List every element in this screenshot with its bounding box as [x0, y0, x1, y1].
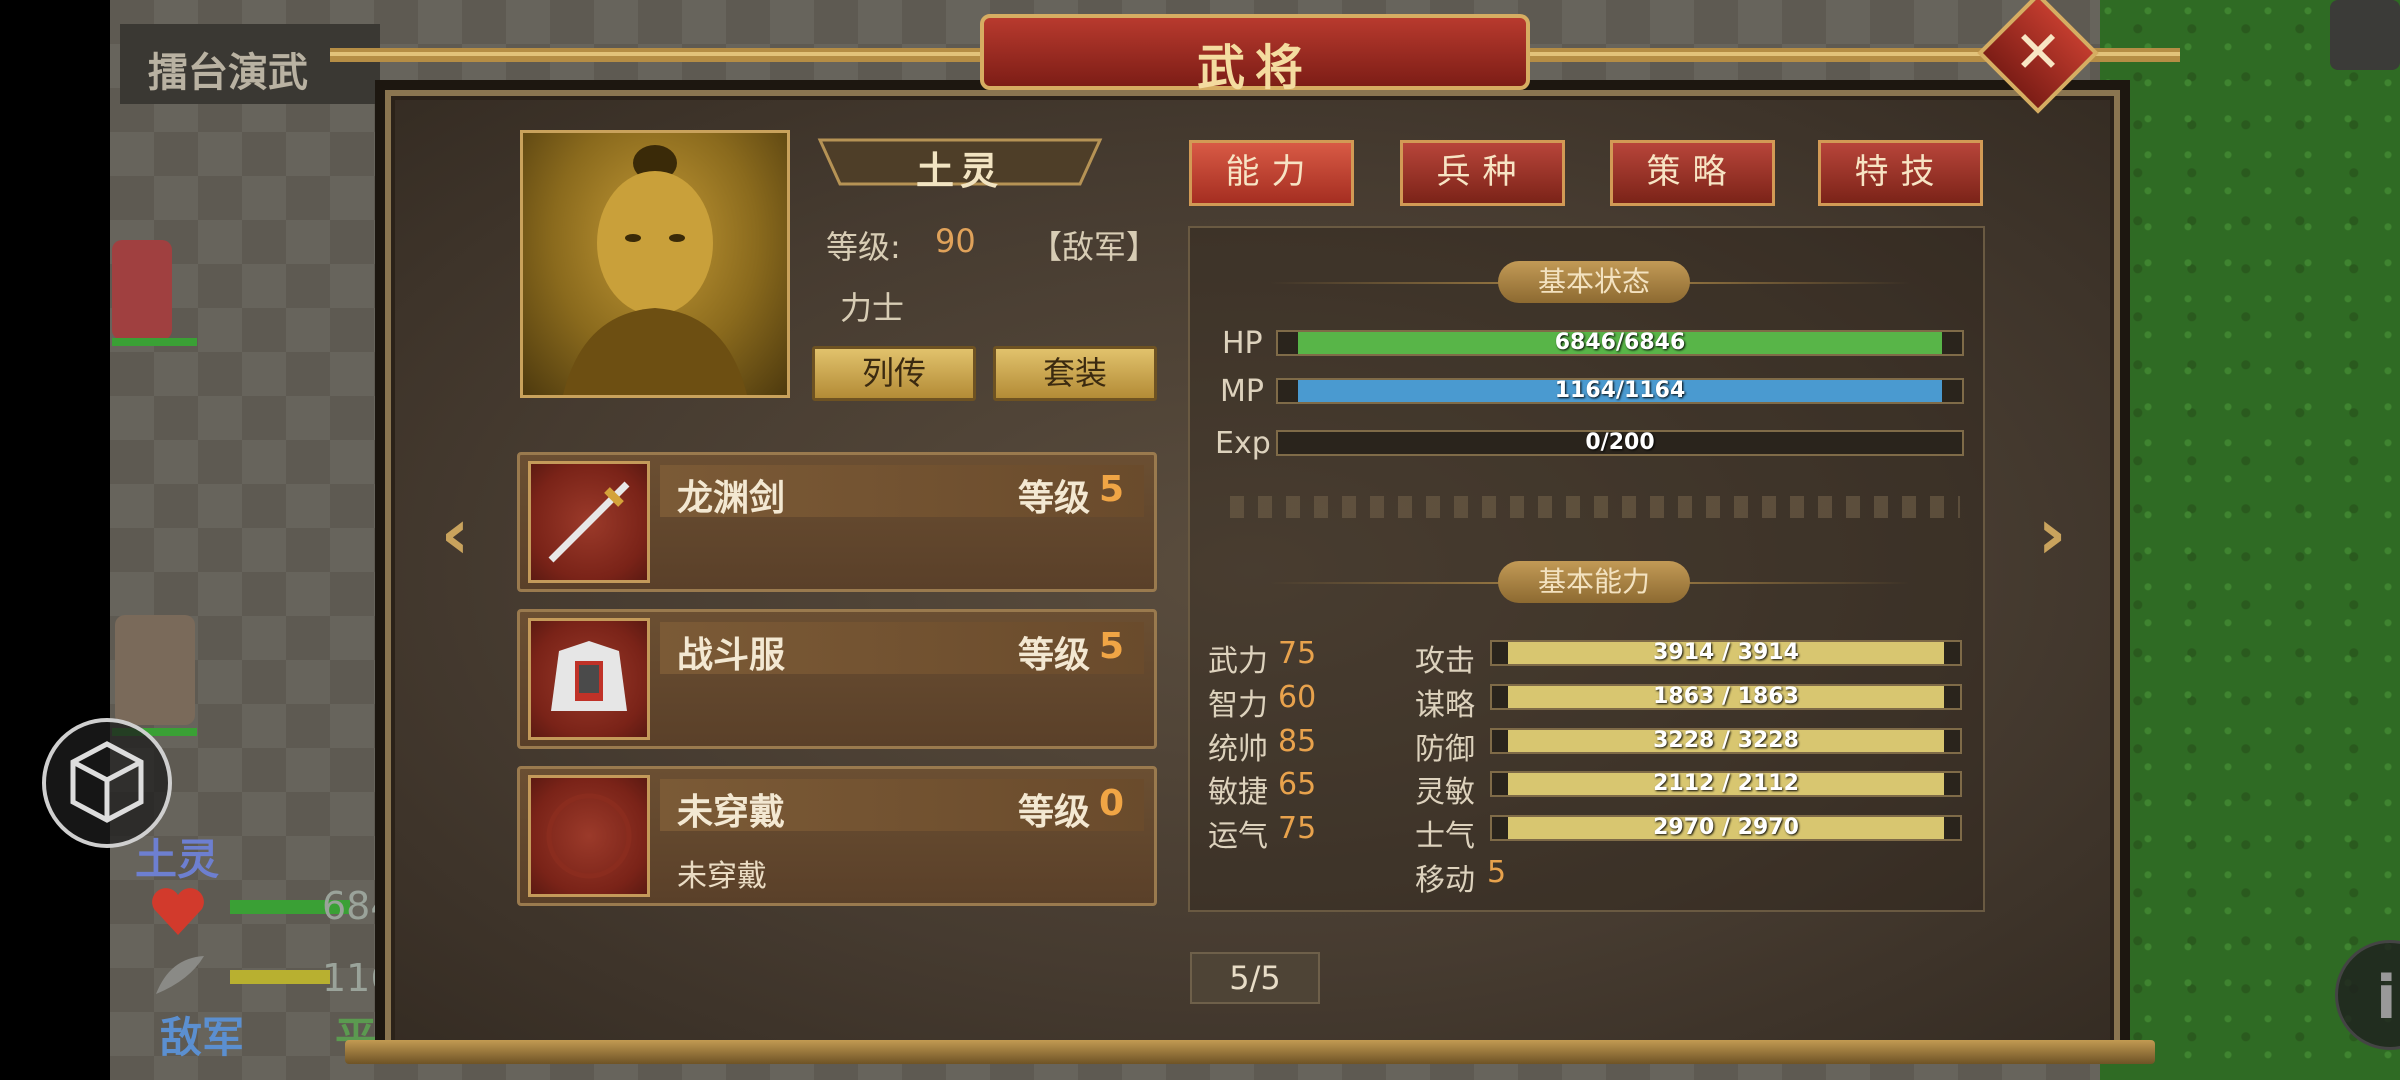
tab-special-skill[interactable]: 特技 — [1818, 140, 1983, 206]
corner-menu-icon[interactable] — [2330, 0, 2400, 70]
unit-faction: 敌军 — [160, 1013, 245, 1062]
move-value: 5 — [1487, 855, 1507, 890]
exp-label: Exp — [1215, 426, 1271, 461]
info-icon: i — [2376, 963, 2397, 1033]
basic-status-title: 基本状态 — [1498, 261, 1690, 303]
unit-name: 土灵 — [135, 835, 220, 884]
attr-value: 60 — [1278, 680, 1317, 715]
page-indicator: 5/5 — [1190, 952, 1320, 1004]
portrait-image — [563, 145, 747, 395]
strategy-bar: 1863 / 1863 — [1490, 684, 1962, 710]
attr-name: 统帅 — [1208, 732, 1268, 767]
level-label: 等级: — [826, 228, 901, 266]
tab-strategy[interactable]: 策略 — [1610, 140, 1775, 206]
prev-general-arrow-icon[interactable]: ‹ — [425, 494, 485, 574]
empty-slot-icon — [528, 775, 650, 897]
attack-text: 3914 / 3914 — [1653, 640, 1799, 665]
unit-mp-mini-bar — [230, 970, 330, 984]
attr-name: 智力 — [1208, 688, 1268, 723]
morale-bar: 2970 / 2970 — [1490, 815, 1962, 841]
strategy-text: 1863 / 1863 — [1653, 684, 1799, 709]
move-label: 移动 — [1415, 863, 1475, 898]
unit-hp-bar — [112, 338, 197, 346]
attr-name: 运气 — [1208, 819, 1268, 854]
attr-value: 65 — [1278, 767, 1317, 802]
unit-sprite[interactable] — [112, 240, 172, 340]
attr-value: 85 — [1278, 724, 1317, 759]
unit-hp-mini-text: 684 — [322, 884, 395, 928]
attack-bar: 3914 / 3914 — [1490, 640, 1962, 666]
general-name-plate: 土灵 — [810, 132, 1110, 193]
attr-name: 敏捷 — [1208, 775, 1268, 810]
equipment-slot[interactable]: 未穿戴 等级 0 未穿戴 — [517, 766, 1157, 906]
equipment-slot[interactable]: 战斗服 等级 5 — [517, 609, 1157, 749]
unit-sprite[interactable] — [115, 615, 195, 725]
attr-name: 武力 — [1208, 644, 1268, 679]
morale-text: 2970 / 2970 — [1653, 815, 1799, 840]
feather-icon — [156, 956, 204, 994]
general-class: 力士 — [840, 289, 905, 327]
defense-bar: 3228 / 3228 — [1490, 728, 1962, 754]
decorative-band — [1230, 496, 1960, 518]
stage-title: 擂台演武 — [148, 50, 308, 96]
defense-text: 3228 / 3228 — [1653, 728, 1799, 753]
dialog-title: 武将 — [1196, 40, 1313, 96]
bottom-ornament — [345, 1040, 2155, 1064]
equipment-level: 5 — [1098, 626, 1124, 667]
mp-bar: 1164/1164 — [1276, 378, 1964, 404]
equipment-level-label: 等级 — [1017, 635, 1090, 676]
mp-text: 1164/1164 — [1554, 378, 1686, 403]
set-button[interactable]: 套装 — [993, 346, 1157, 401]
general-portrait — [520, 130, 790, 398]
equipment-slot[interactable]: 龙渊剑 等级 5 — [517, 452, 1157, 592]
hp-bar: 6846/6846 — [1276, 330, 1964, 356]
agility-text: 2112 / 2112 — [1653, 771, 1799, 796]
equipment-level-label: 等级 — [1017, 792, 1090, 833]
derived-name: 灵敏 — [1415, 775, 1475, 810]
agility-bar: 2112 / 2112 — [1490, 771, 1962, 797]
level-value: 90 — [935, 222, 976, 260]
unit-mp-mini-text: 116 — [322, 956, 395, 1000]
armor-icon — [528, 618, 650, 740]
derived-name: 防御 — [1415, 732, 1475, 767]
equipment-level: 5 — [1098, 469, 1124, 510]
tab-troop-type[interactable]: 兵种 — [1400, 140, 1565, 206]
general-name: 土灵 — [915, 149, 1004, 193]
equipment-name: 战斗服 — [677, 635, 786, 676]
exp-text: 0/200 — [1585, 430, 1655, 455]
derived-name: 攻击 — [1415, 644, 1475, 679]
tab-ability[interactable]: 能力 — [1189, 140, 1354, 206]
grass-terrain — [2100, 0, 2400, 1080]
bio-button[interactable]: 列传 — [812, 346, 976, 401]
dialog-title-plate: 武将 — [980, 14, 1530, 96]
heart-icon — [152, 888, 204, 935]
faction-tag: 【敌军】 — [1030, 228, 1159, 266]
attr-value: 75 — [1278, 636, 1317, 671]
sword-icon — [528, 461, 650, 583]
equipment-sub: 未穿戴 — [677, 859, 767, 894]
hp-text: 6846/6846 — [1554, 330, 1686, 355]
attr-value: 75 — [1278, 811, 1317, 846]
mp-label: MP — [1220, 374, 1264, 409]
equipment-name: 龙渊剑 — [677, 478, 786, 519]
equipment-level-label: 等级 — [1017, 478, 1090, 519]
hp-label: HP — [1222, 326, 1263, 361]
next-general-arrow-icon[interactable]: › — [2022, 494, 2082, 574]
equipment-name: 未穿戴 — [677, 792, 786, 833]
close-icon[interactable]: ✕ — [2010, 18, 2066, 88]
equipment-level: 0 — [1098, 783, 1124, 824]
basic-ability-title: 基本能力 — [1498, 561, 1690, 603]
exp-bar: 0/200 — [1276, 430, 1964, 456]
derived-name: 谋略 — [1415, 688, 1475, 723]
derived-name: 士气 — [1415, 819, 1475, 854]
